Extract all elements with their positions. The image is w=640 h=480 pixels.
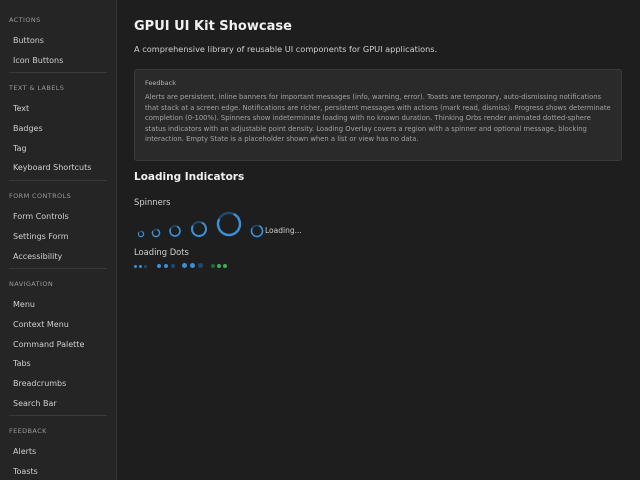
loading-dots-heading: Loading Dots: [134, 247, 189, 257]
loading-dot: [144, 264, 147, 268]
page-subtitle: A comprehensive library of reusable UI c…: [134, 44, 438, 54]
sidebar-item-text[interactable]: Text: [0, 99, 116, 119]
sidebar-item-toasts[interactable]: Toasts: [0, 462, 116, 480]
loading-dot: [134, 264, 137, 268]
sidebar-section-header: FEEDBACK: [9, 427, 47, 436]
loading-dot: [217, 264, 221, 268]
spinners-row: [137, 211, 264, 238]
sidebar-item-settings-form[interactable]: Settings Form: [0, 227, 116, 247]
loading-dot: [164, 263, 168, 268]
loading-dot: [139, 264, 142, 268]
sidebar-item-command-palette[interactable]: Command Palette: [0, 335, 116, 355]
sidebar-item-context-menu[interactable]: Context Menu: [0, 315, 116, 335]
card-label: Feedback: [145, 79, 176, 87]
sidebar-section-header: FORM CONTROLS: [9, 192, 72, 201]
sidebar-item-icon-buttons[interactable]: Icon Buttons: [0, 51, 116, 71]
sidebar-item-breadcrumbs[interactable]: Breadcrumbs: [0, 374, 116, 394]
spinner-label: Loading...: [265, 226, 302, 235]
page-title: GPUI UI Kit Showcase: [134, 19, 292, 34]
sidebar-item-buttons[interactable]: Buttons: [0, 31, 116, 51]
loading-indicators-heading: Loading Indicators: [134, 171, 245, 183]
sidebar-item-search-bar[interactable]: Search Bar: [0, 394, 116, 414]
loading-dot: [171, 263, 175, 268]
sidebar-item-accessibility[interactable]: Accessibility: [0, 247, 116, 267]
card-text: Alerts are persistent, inline banners fo…: [145, 93, 611, 144]
sidebar-item-tabs[interactable]: Tabs: [0, 354, 116, 374]
sidebar-item-tag[interactable]: Tag: [0, 139, 116, 159]
sidebar-item-keyboard-shortcuts[interactable]: Keyboard Shortcuts: [0, 158, 116, 178]
sidebar-item-menu[interactable]: Menu: [0, 295, 116, 315]
sidebar-section-header: NAVIGATION: [9, 280, 54, 289]
loading-dot: [190, 262, 195, 268]
loading-dot: [182, 262, 187, 268]
loading-dot: [211, 264, 215, 268]
sidebar-section-header: ACTIONS: [9, 16, 41, 24]
loading-dot: [157, 263, 161, 268]
spinners-heading: Spinners: [134, 197, 171, 207]
sidebar-item-form-controls[interactable]: Form Controls: [0, 207, 116, 227]
loading-dots-row: [134, 262, 254, 270]
loading-dot: [198, 262, 203, 268]
sidebar-item-alerts[interactable]: Alerts: [0, 442, 116, 462]
feedback-info-card: Feedback Alerts are persistent, inline b…: [134, 69, 622, 161]
sidebar-section-header: TEXT & LABELS: [9, 84, 65, 93]
sidebar-item-badges[interactable]: Badges: [0, 119, 116, 139]
loading-dot: [223, 264, 227, 268]
sidebar: ACTIONS Buttons Icon Buttons TEXT & LABELS T…: [0, 0, 117, 480]
main-content: GPUI UI Kit Showcase A comprehensive lib…: [118, 0, 640, 480]
